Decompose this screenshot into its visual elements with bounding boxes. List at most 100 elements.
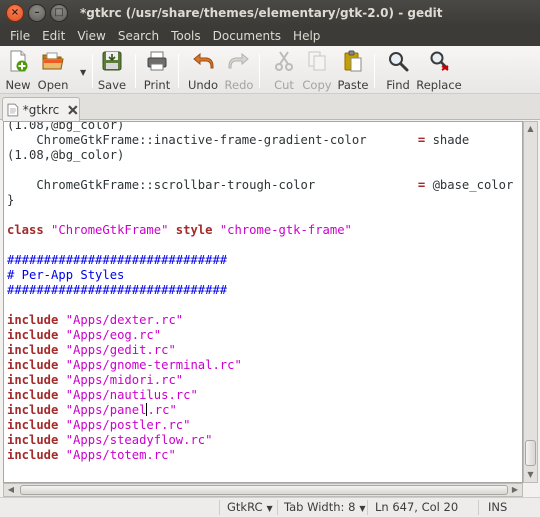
undo-icon [193, 52, 214, 69]
text-file-icon [7, 103, 19, 116]
redo-icon [228, 52, 249, 69]
close-icon: × [10, 7, 20, 18]
status-divider [219, 500, 220, 515]
code-string: "chrome-gtk-frame" [219, 223, 352, 237]
code-line: include "Apps/nautilus.rc" [7, 388, 513, 403]
maximize-window-button[interactable]: □ [50, 4, 68, 22]
vertical-scrollbar[interactable]: ▲ ▼ [523, 121, 538, 483]
scroll-up-icon[interactable]: ▲ [524, 122, 537, 136]
redo-button[interactable]: Redo [217, 49, 261, 92]
code-string: "Apps/midori.rc" [65, 373, 184, 387]
gedit-window: × – □ *gtkrc (/usr/share/themes/elementa… [0, 0, 540, 517]
code-line: include "Apps/totem.rc" [7, 448, 513, 463]
language-label: GtkRC [227, 500, 263, 514]
tab-gtkrc[interactable]: *gtkrc [2, 97, 80, 121]
menu-file[interactable]: File [4, 26, 36, 46]
tab-label: *gtkrc [22, 102, 60, 117]
code-line: include "Apps/gnome-terminal.rc" [7, 358, 513, 373]
maximize-icon: □ [54, 7, 64, 18]
save-button[interactable]: Save [90, 49, 134, 92]
code-line: (1.08,@bg_color) [7, 121, 513, 133]
replace-button[interactable]: Replace [416, 49, 462, 92]
paste-label: Paste [337, 78, 369, 92]
toolbar-separator [259, 54, 260, 88]
scroll-down-icon[interactable]: ▼ [524, 468, 537, 482]
code-text: (1.08,@bg_color) [7, 121, 125, 132]
code-keyword: include [7, 343, 59, 357]
code-text: (1.08,@bg_color) [7, 148, 125, 162]
code-string: "Apps/steadyflow.rc" [65, 433, 213, 447]
status-divider [367, 500, 368, 515]
minimize-window-button[interactable]: – [28, 4, 46, 22]
find-replace-icon [430, 51, 449, 71]
code-string: "Apps/panel [65, 403, 147, 417]
find-button[interactable]: Find [376, 49, 420, 92]
code-keyword: class [7, 223, 44, 237]
code-string: "Apps/totem.rc" [65, 448, 176, 462]
save-label: Save [97, 78, 127, 92]
tab-width-selector[interactable]: Tab Width: 8 ▼ [284, 498, 366, 517]
code-line: include "Apps/panel.rc" [7, 403, 513, 418]
code-keyword: include [7, 388, 59, 402]
horizontal-scroll-thumb[interactable] [20, 485, 508, 495]
code-string: "Apps/gedit.rc" [65, 343, 176, 357]
menu-tools[interactable]: Tools [165, 26, 207, 46]
code-string: "ChromeGtkFrame" [51, 223, 169, 237]
code-keyword: style [175, 223, 213, 237]
code-string: "Apps/gnome-terminal.rc" [65, 358, 242, 372]
code-line: class "ChromeGtkFrame" style "chrome-gtk… [7, 223, 513, 238]
code-text: ChromeGtkFrame::scrollbar-trough-color [7, 178, 418, 192]
toolbar-separator [178, 54, 179, 88]
menu-bar: File Edit View Search Tools Documents He… [0, 26, 540, 46]
code-string: .rc" [147, 403, 177, 417]
status-divider [478, 500, 479, 515]
save-icon [102, 51, 122, 71]
language-selector[interactable]: GtkRC ▼ [227, 498, 273, 517]
code-line: } [7, 193, 513, 208]
menu-documents[interactable]: Documents [207, 26, 287, 46]
printer-icon [147, 51, 167, 71]
status-divider [277, 500, 278, 515]
menu-search[interactable]: Search [112, 26, 165, 46]
code-text: } [7, 193, 15, 207]
menu-help[interactable]: Help [287, 26, 326, 46]
code-line: include "Apps/steadyflow.rc" [7, 433, 513, 448]
find-label: Find [386, 78, 410, 92]
code-keyword: include [7, 403, 59, 417]
new-document-icon [10, 50, 28, 72]
code-keyword: include [7, 313, 59, 327]
scroll-left-icon[interactable]: ◀ [4, 484, 18, 496]
close-window-button[interactable]: × [6, 4, 24, 22]
insert-mode: INS [488, 500, 508, 514]
magnifier-icon [389, 52, 409, 72]
code-view[interactable]: (1.08,@bg_color) ChromeGtkFrame::inactiv… [7, 121, 513, 463]
paste-button[interactable]: Paste [331, 49, 375, 92]
horizontal-scrollbar[interactable]: ◀ ▶ [3, 483, 523, 497]
code-comment: # Per-App Styles [7, 268, 125, 282]
close-tab-icon[interactable] [67, 104, 79, 116]
copy-icon [308, 51, 326, 71]
document-tabs: *gtkrc [0, 94, 540, 121]
code-line: # Per-App Styles [7, 268, 513, 283]
menu-edit[interactable]: Edit [36, 26, 71, 46]
scroll-right-icon[interactable]: ▶ [508, 484, 522, 496]
code-line: ############################## [7, 253, 513, 268]
code-keyword: include [7, 373, 59, 387]
vertical-scroll-thumb[interactable] [525, 440, 536, 466]
text-editor[interactable]: (1.08,@bg_color) ChromeGtkFrame::inactiv… [3, 121, 523, 483]
minimize-icon: – [34, 7, 40, 18]
open-button[interactable]: Open [31, 49, 75, 92]
open-dropdown-arrow-icon[interactable]: ▼ [80, 68, 86, 77]
code-string: "Apps/dexter.rc" [65, 313, 184, 327]
title-bar[interactable]: × – □ *gtkrc (/usr/share/themes/elementa… [0, 0, 540, 26]
open-folder-icon [42, 52, 64, 70]
menu-view[interactable]: View [71, 26, 111, 46]
code-line: include "Apps/postler.rc" [7, 418, 513, 433]
print-button[interactable]: Print [135, 49, 179, 92]
code-keyword: include [7, 433, 59, 447]
print-label: Print [143, 78, 171, 92]
clipboard-paste-icon [344, 50, 362, 72]
